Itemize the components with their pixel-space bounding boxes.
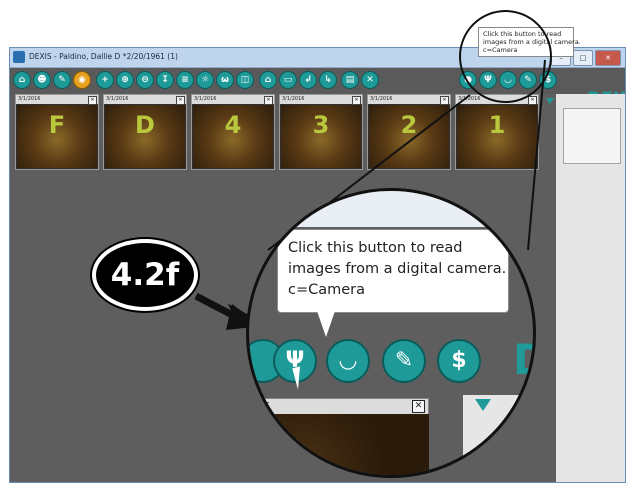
print-icon[interactable]: ▤ [341,71,359,89]
dollar-icon[interactable]: $ [437,339,481,383]
tooltip-tail [317,311,335,337]
close-window-button[interactable]: ✕ [595,50,621,66]
teeth-icon[interactable]: ω [216,71,234,89]
thumbnail-close-icon[interactable]: ✕ [176,96,185,105]
zoom-in-icon[interactable]: ⊕ [116,71,134,89]
tooltip: Click this button to read images from a … [277,229,509,313]
maximize-button[interactable]: □ [573,50,593,66]
highlight-circle [459,10,552,103]
thumbnail-date: 16 [256,400,270,413]
window-title: DEXIS - Paldino, Dallie D *2/20/1961 (1) [29,52,178,61]
pencil-icon[interactable]: ✎ [53,71,71,89]
image-label: 4 [224,111,242,139]
import-icon[interactable]: ↲ [299,71,317,89]
dexis-logo-magnified: DI [513,335,533,384]
export-icon[interactable]: ↳ [319,71,337,89]
app-icon [13,51,25,63]
thumbnail-close-icon[interactable]: ✕ [264,96,273,105]
plus-icon[interactable]: + [96,71,114,89]
lips-icon[interactable]: ◡ [326,339,370,383]
image-label: 1 [488,111,506,139]
thumbnail-date: 3/1/2016 [18,96,41,102]
image-thumbnail[interactable]: 3/1/2016 ✕ F [15,94,99,170]
image-label: D [135,111,155,139]
preview-box [563,108,621,164]
tooltip-line2: images from a digital camera. [288,261,507,277]
image-label: F [48,111,66,139]
image-label: 2 [400,111,418,139]
image-thumbnail[interactable]: 3/1/2016 ✕ 1 [455,94,539,170]
right-panel-magnified [463,395,533,475]
image-label: 3 [312,111,330,139]
callout-badge: 4.2f [92,239,198,311]
expand-arrow-icon[interactable] [546,98,554,104]
thumbnail-date: 3/1/2016 [194,96,217,102]
image-thumbnail[interactable]: 3/1/2016 ✕ D [103,94,187,170]
thumbnail-date: 3/1/2016 [282,96,305,102]
tooltip-line1: Click this button to read [288,240,463,256]
thumbnail-close-icon[interactable]: ✕ [88,96,97,105]
thumbnail-close-icon[interactable]: ✕ [528,96,537,105]
thumbnail-header-magnified: 16 ✕ [249,398,429,415]
pin-icon[interactable]: ↧ [156,71,174,89]
right-panel [556,94,625,482]
image-thumbnail[interactable]: 3/1/2016 ✕ 3 [279,94,363,170]
close-icon[interactable]: ✕ [361,71,379,89]
list-icon[interactable]: ≡ [176,71,194,89]
thumbnail-date: 3/1/2016 [370,96,393,102]
magnifier-background [249,191,533,227]
expand-arrow-icon[interactable] [475,399,491,411]
tooltip-line3: c=Camera [288,282,366,298]
tooth-icon[interactable]: ⌂ [13,71,31,89]
thumbnail-date: 3/1/2016 [106,96,129,102]
thumbnail-close-icon[interactable]: ✕ [412,400,425,413]
person-icon[interactable]: ☻ [33,71,51,89]
thumbnail-date: 3/1/2016 [458,96,481,102]
zoom-out-icon[interactable]: ⊖ [136,71,154,89]
sun-icon[interactable]: ☼ [196,71,214,89]
pen-icon[interactable]: ✎ [382,339,426,383]
camera-icon[interactable]: ◉ [73,71,91,89]
tooth-chart-icon[interactable]: ◫ [236,71,254,89]
image-thumbnail[interactable]: 3/1/2016 ✕ 4 [191,94,275,170]
thumbnail-close-icon[interactable]: ✕ [352,96,361,105]
folder-icon[interactable]: ▭ [279,71,297,89]
image-thumbnail[interactable]: 3/1/2016 ✕ 2 [367,94,451,170]
xray-image [249,414,429,475]
magnifier-circle: Ψ ◡ ✎ $ DI 16 ✕ Click this button to rea… [246,188,536,478]
thumbnail-close-icon[interactable]: ✕ [440,96,449,105]
home-icon[interactable]: ⌂ [259,71,277,89]
